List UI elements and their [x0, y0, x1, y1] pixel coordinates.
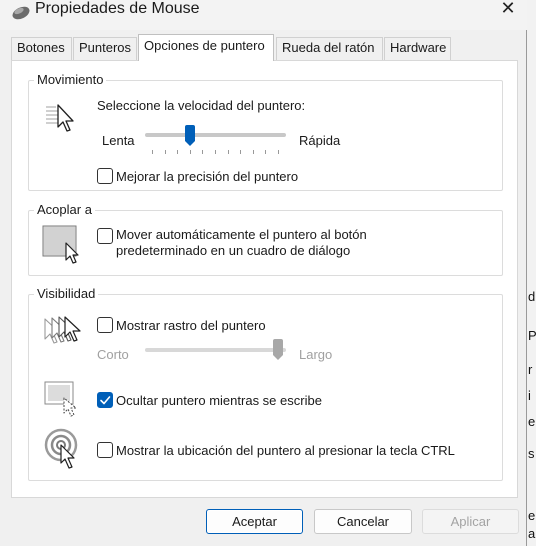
hide-while-typing-checkbox[interactable] — [97, 392, 113, 408]
speed-tick — [202, 150, 204, 154]
tab-rueda-del-raton[interactable]: Rueda del ratón — [276, 37, 383, 60]
speed-fast-label: Rápida — [299, 133, 341, 148]
tab-opciones-de-puntero[interactable]: Opciones de puntero — [138, 34, 274, 61]
speed-slider-ticks — [145, 150, 286, 155]
speed-tick — [189, 150, 191, 154]
cancel-button[interactable]: Cancelar — [314, 509, 412, 534]
speed-tick — [240, 150, 242, 154]
hide-while-typing-icon — [44, 380, 82, 421]
snap-to-default-icon — [42, 225, 84, 268]
pointer-trails-label: Mostrar rastro del puntero — [116, 318, 266, 333]
background-text: d — [528, 289, 536, 304]
show-location-icon — [44, 428, 82, 473]
pointer-trails-icon — [43, 315, 83, 352]
mouse-properties-dialog: Propiedades de Mouse ✕ Botones Punteros … — [0, 0, 527, 546]
show-location-label: Mostrar la ubicación del puntero al pres… — [116, 443, 455, 458]
speed-tick — [227, 150, 229, 154]
close-button[interactable]: ✕ — [492, 0, 524, 22]
background-text: s — [528, 446, 535, 461]
trail-long-label: Largo — [299, 347, 333, 362]
background-text: e — [528, 508, 536, 523]
tab-punteros[interactable]: Punteros — [73, 37, 137, 60]
speed-tick — [215, 150, 216, 154]
background-text: a — [528, 526, 536, 541]
hide-while-typing-label: Ocultar puntero mientras se escribe — [116, 393, 322, 408]
speed-tick — [152, 150, 153, 154]
motion-group-title: Movimiento — [34, 72, 107, 88]
speed-tick — [252, 150, 254, 154]
speed-slider-thumb[interactable] — [184, 125, 196, 147]
snap-label-line1: Mover automáticamente el puntero al botó… — [116, 227, 367, 242]
precision-checkbox[interactable] — [97, 168, 113, 184]
speed-prompt: Seleccione la velocidad del puntero: — [97, 98, 306, 113]
trail-slider-track — [145, 348, 286, 352]
background-text: i — [528, 388, 531, 403]
trail-short-label: Corto — [97, 347, 129, 362]
snap-checkbox[interactable] — [97, 228, 113, 244]
background-text: P — [528, 328, 536, 343]
snap-label-line2: predeterminado en un cuadro de diálogo — [116, 243, 351, 258]
tab-hardware[interactable]: Hardware — [384, 37, 451, 60]
pointer-speed-icon — [44, 103, 80, 136]
title-bar: Propiedades de Mouse ✕ — [0, 0, 527, 30]
precision-label: Mejorar la precisión del puntero — [116, 169, 299, 184]
tab-botones[interactable]: Botones — [11, 37, 72, 60]
background-text: r — [528, 362, 533, 377]
background-window-edge: d P r i e s e a — [526, 0, 536, 546]
ok-button[interactable]: Aceptar — [206, 509, 303, 534]
background-text: e — [528, 414, 536, 429]
speed-tick — [265, 150, 267, 154]
snap-group-title: Acoplar a — [34, 202, 95, 218]
show-location-checkbox[interactable] — [97, 442, 113, 458]
window-title: Propiedades de Mouse — [35, 0, 200, 17]
pointer-trails-checkbox[interactable] — [97, 317, 113, 333]
speed-tick — [278, 150, 279, 154]
speed-slider-track — [145, 133, 286, 137]
trail-slider-thumb[interactable] — [272, 339, 284, 361]
visibility-group-title: Visibilidad — [34, 286, 99, 302]
speed-tick — [177, 150, 179, 154]
apply-button[interactable]: Aplicar — [422, 509, 519, 534]
mouse-icon — [11, 3, 31, 21]
speed-tick — [164, 150, 166, 154]
speed-slow-label: Lenta — [102, 133, 135, 148]
